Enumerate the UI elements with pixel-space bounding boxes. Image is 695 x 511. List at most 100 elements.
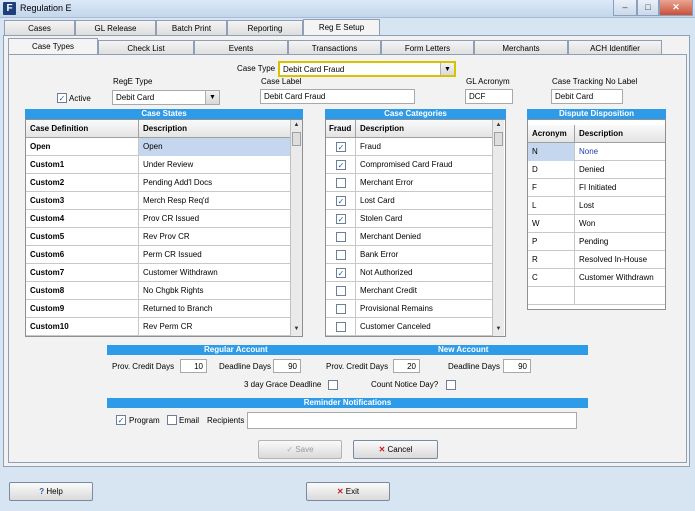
new-deadline-input[interactable]: 90: [503, 359, 531, 373]
checked-checkbox[interactable]: ✓: [336, 160, 346, 170]
email-checkbox[interactable]: [167, 415, 177, 425]
empty-row[interactable]: [528, 287, 665, 305]
table-row[interactable]: Merchant Error: [326, 174, 492, 192]
table-row[interactable]: ✓ Not Authorized: [326, 264, 492, 282]
unchecked-checkbox[interactable]: [336, 250, 346, 260]
table-row[interactable]: Merchant Credit: [326, 282, 492, 300]
cancel-button[interactable]: ✕ Cancel: [353, 440, 438, 459]
help-button[interactable]: ? Help: [9, 482, 93, 501]
case-label-input[interactable]: Debit Card Fraud: [260, 89, 415, 104]
new-prov-credit-input[interactable]: 20: [393, 359, 420, 373]
table-row[interactable]: Custom6 Perm CR Issued: [26, 246, 290, 264]
close-icon[interactable]: ✕: [659, 0, 693, 16]
unchecked-checkbox[interactable]: [336, 304, 346, 314]
table-row[interactable]: Custom7 Customer Withdrawn: [26, 264, 290, 282]
fraud-cell: [326, 282, 356, 300]
table-row[interactable]: Open Open: [26, 138, 290, 156]
tab-reg-e-setup[interactable]: Reg E Setup: [303, 19, 380, 36]
case-definition-cell: Custom10: [26, 318, 139, 336]
table-row[interactable]: Custom3 Merch Resp Req'd: [26, 192, 290, 210]
table-row[interactable]: Custom4 Prov CR Issued: [26, 210, 290, 228]
scroll-thumb[interactable]: [292, 132, 301, 146]
case-type-select[interactable]: Debit Card Fraud ▼: [278, 61, 456, 77]
table-row[interactable]: Custom8 No Chgbk Rights: [26, 282, 290, 300]
table-row[interactable]: Custom2 Pending Add'l Docs: [26, 174, 290, 192]
description-cell: Provisional Remains: [360, 304, 433, 313]
unchecked-checkbox[interactable]: [336, 232, 346, 242]
description-cell: Rev Perm CR: [143, 322, 193, 331]
col-header-fraud[interactable]: Fraud: [326, 120, 356, 138]
description-cell: Not Authorized: [360, 268, 413, 277]
checked-checkbox[interactable]: ✓: [336, 268, 346, 278]
table-row[interactable]: R Resolved In-House: [528, 251, 665, 269]
checked-checkbox[interactable]: ✓: [336, 214, 346, 224]
scroll-down-icon[interactable]: ▼: [291, 324, 302, 335]
table-row[interactable]: D Denied: [528, 161, 665, 179]
exit-button[interactable]: ✕ Exit: [306, 482, 390, 501]
col-header-description[interactable]: Description: [575, 125, 665, 143]
regular-prov-credit-input[interactable]: 10: [180, 359, 207, 373]
table-row[interactable]: ✓ Fraud: [326, 138, 492, 156]
col-header-acronym[interactable]: Acronym: [528, 125, 575, 143]
minimize-icon[interactable]: –: [613, 0, 637, 16]
grace-deadline-label: 3 day Grace Deadline: [244, 380, 322, 389]
program-checkbox[interactable]: ✓: [116, 415, 126, 425]
table-row[interactable]: ✓ Compromised Card Fraud: [326, 156, 492, 174]
col-header-case-definition[interactable]: Case Definition: [26, 120, 139, 138]
case-categories-scrollbar[interactable]: ▲ ▼: [492, 120, 504, 336]
count-notice-checkbox[interactable]: [446, 380, 456, 390]
scroll-down-icon[interactable]: ▼: [493, 324, 504, 335]
tab-case-types[interactable]: Case Types: [8, 38, 98, 55]
case-definition-cell: Custom9: [26, 300, 139, 318]
table-row[interactable]: W Won: [528, 215, 665, 233]
fraud-cell: ✓: [326, 138, 356, 156]
table-row[interactable]: ✓ Lost Card: [326, 192, 492, 210]
table-row[interactable]: ✓ Stolen Card: [326, 210, 492, 228]
rege-type-select[interactable]: Debit Card ▼: [112, 90, 220, 105]
case-states-scrollbar[interactable]: ▲ ▼: [290, 120, 302, 336]
checked-checkbox[interactable]: ✓: [336, 196, 346, 206]
tab-batch-print[interactable]: Batch Print: [156, 20, 227, 36]
recipients-input[interactable]: [247, 412, 577, 429]
regular-deadline-input[interactable]: 90: [273, 359, 301, 373]
table-row[interactable]: Custom9 Returned to Branch: [26, 300, 290, 318]
table-row[interactable]: C Customer Withdrawn: [528, 269, 665, 287]
unchecked-checkbox[interactable]: [336, 286, 346, 296]
table-row[interactable]: Custom10 Rev Perm CR: [26, 318, 290, 336]
unchecked-checkbox[interactable]: [336, 178, 346, 188]
scroll-up-icon[interactable]: ▲: [291, 120, 302, 131]
table-row[interactable]: F FI Initiated: [528, 179, 665, 197]
active-checkbox[interactable]: ✓: [57, 93, 67, 103]
description-cell: [575, 287, 665, 305]
x-icon: ✕: [378, 445, 388, 454]
table-row[interactable]: Custom5 Rev Prov CR: [26, 228, 290, 246]
table-row[interactable]: P Pending: [528, 233, 665, 251]
col-header-description[interactable]: Description: [356, 120, 492, 138]
gl-acronym-input[interactable]: DCF: [465, 89, 513, 104]
table-row[interactable]: Customer Canceled: [326, 318, 492, 336]
table-row[interactable]: L Lost: [528, 197, 665, 215]
case-states-grid: Case Definition Description Open Open Cust…: [25, 119, 303, 337]
table-row[interactable]: Bank Error: [326, 246, 492, 264]
table-row[interactable]: Merchant Denied: [326, 228, 492, 246]
maximize-icon[interactable]: □: [637, 0, 659, 16]
description-cell: Merch Resp Req'd: [143, 196, 209, 205]
tab-gl-release[interactable]: GL Release: [75, 20, 156, 36]
table-row[interactable]: Provisional Remains: [326, 300, 492, 318]
grace-deadline-checkbox[interactable]: [328, 380, 338, 390]
window-title: Regulation E: [20, 3, 72, 13]
case-tracking-input[interactable]: Debit Card: [551, 89, 623, 104]
scroll-thumb[interactable]: [494, 132, 503, 146]
save-button[interactable]: ✓ Save: [258, 440, 342, 459]
table-row[interactable]: Custom1 Under Review: [26, 156, 290, 174]
scroll-up-icon[interactable]: ▲: [493, 120, 504, 131]
tab-reporting[interactable]: Reporting: [227, 20, 303, 36]
fraud-cell: ✓: [326, 192, 356, 210]
description-cell: Prov CR Issued: [143, 214, 200, 223]
col-header-description[interactable]: Description: [139, 120, 290, 138]
checked-checkbox[interactable]: ✓: [336, 142, 346, 152]
unchecked-checkbox[interactable]: [336, 322, 346, 332]
table-row[interactable]: N None: [528, 143, 665, 161]
acronym-cell: F: [528, 179, 575, 197]
tab-cases[interactable]: Cases: [4, 20, 75, 36]
